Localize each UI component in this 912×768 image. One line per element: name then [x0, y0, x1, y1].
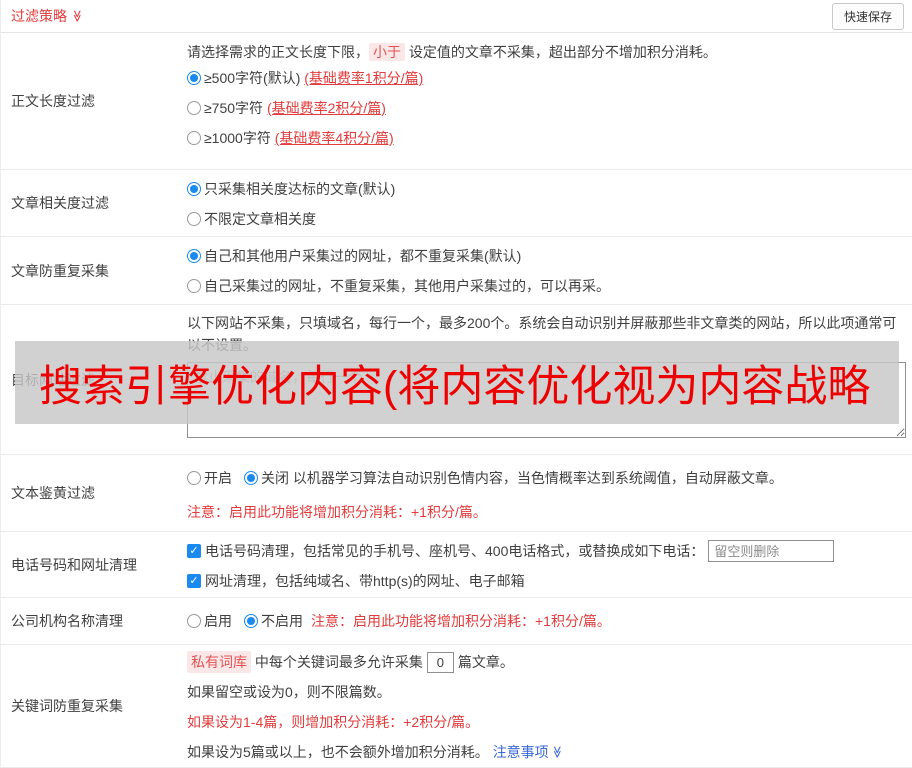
row-label: 关键词防重复采集 [11, 698, 123, 714]
filter-strategy-page: 过滤策略 ≫ 快速保存 正文长度过滤 请选择需求的正文长度下限， 小于 设定值的文… [0, 0, 912, 768]
checkbox-phone-clean[interactable]: ✓ [187, 544, 201, 558]
keyword-note-extra-cost: 如果设为1-4篇，则增加积分消耗：+2积分/篇。 [187, 714, 480, 730]
keyword-max-count-input[interactable] [426, 651, 454, 673]
radio-option-dedupe-self: 自己采集过的网址，不重复采集，其他用户采集过的，可以再采。 [187, 271, 904, 301]
phone-clean-option: ✓ 电话号码清理，包括常见的手机号、座机号、400电话格式，或替换成如下电话： [187, 536, 904, 566]
section-toggle-filter-strategy[interactable]: 过滤策略 ≫ [11, 6, 84, 26]
row-keyword-anti-duplicate: 关键词防重复采集 私有词库 中每个关键词最多允许采集 篇文章。 如果留空或设为0… [1, 645, 912, 768]
row-label: 公司机构名称清理 [11, 613, 123, 629]
url-clean-option: ✓ 网址清理，包括纯域名、带http(s)的网址、电子邮箱 [187, 566, 904, 596]
radio-option-no-limit-relevance: 不限定文章相关度 [187, 204, 904, 234]
row-label: 文章相关度过滤 [11, 195, 109, 211]
radio-500-chars[interactable] [187, 71, 201, 85]
keyword-limit-line: 私有词库 中每个关键词最多允许采集 篇文章。 [187, 647, 904, 677]
porn-filter-options: 开启 关闭 以机器学习算法自动识别色情内容，当色情概率达到系统阈值，自动屏蔽文章… [187, 463, 904, 493]
radio-dedupe-all-users[interactable] [187, 249, 201, 263]
radio-750-chars[interactable] [187, 101, 201, 115]
length-filter-description: 请选择需求的正文长度下限， 小于 设定值的文章不采集，超出部分不增加积分消耗。 [187, 43, 717, 61]
row-label: 电话号码和网址清理 [11, 556, 137, 573]
row-relevance-filter: 文章相关度过滤 只采集相关度达标的文章(默认) 不限定文章相关度 [1, 170, 912, 237]
radio-option-1000: ≥1000字符 (基础费率4积分/篇) [187, 123, 904, 153]
porn-filter-cost-note: 注意：启用此功能将增加积分消耗：+1积分/篇。 [187, 504, 487, 520]
section-title: 过滤策略 [11, 8, 67, 24]
radio-option-750: ≥750字符 (基础费率2积分/篇) [187, 93, 904, 123]
keyword-note-five-plus: 如果设为5篇或以上，也不会额外增加积分消耗。 注意事项 ≫ [187, 742, 564, 762]
row-label: 文本鉴黄过滤 [11, 485, 95, 501]
radio-option-relevant-only: 只采集相关度达标的文章(默认) [187, 174, 904, 204]
radio-porn-filter-on[interactable] [187, 471, 201, 485]
notice-items-link[interactable]: 注意事项 ≫ [493, 742, 564, 762]
topbar: 过滤策略 ≫ 快速保存 [1, 0, 912, 33]
row-label: 文章防重复采集 [11, 262, 109, 279]
fee-rate-link-1[interactable]: (基础费率1积分/篇) [304, 68, 423, 88]
replacement-phone-input[interactable] [708, 540, 835, 562]
fee-rate-link-3[interactable]: (基础费率4积分/篇) [275, 128, 394, 148]
radio-dedupe-self-only[interactable] [187, 279, 201, 293]
less-than-tag: 小于 [369, 43, 405, 61]
fee-rate-link-2[interactable]: (基础费率2积分/篇) [267, 98, 386, 118]
radio-company-clean-enable[interactable] [187, 614, 201, 628]
row-company-name-cleaning: 公司机构名称清理 启用 不启用 注意：启用此功能将增加积分消耗：+1积分/篇。 [1, 598, 912, 645]
overlay-banner-text: 搜索引擎优化内容(将内容优化视为内容战略 [39, 362, 871, 411]
private-thesaurus-tag[interactable]: 私有词库 [187, 651, 251, 673]
overlay-banner: 搜索引擎优化内容(将内容优化视为内容战略 [15, 341, 899, 424]
checkbox-url-clean[interactable]: ✓ [187, 574, 201, 588]
radio-option-dedupe-all: 自己和其他用户采集过的网址，都不重复采集(默认) [187, 241, 904, 271]
quick-save-button[interactable]: 快速保存 [831, 2, 904, 30]
row-phone-url-cleaning: 电话号码和网址清理 ✓ 电话号码清理，包括常见的手机号、座机号、400电话格式，… [1, 532, 912, 598]
row-porn-filter: 文本鉴黄过滤 开启 关闭 以机器学习算法自动识别色情内容，当色情概率达到系统阈值… [1, 455, 912, 532]
radio-1000-chars[interactable] [187, 131, 201, 145]
row-label: 正文长度过滤 [11, 93, 95, 109]
keyword-note-unlimited: 如果留空或设为0，则不限篇数。 [187, 684, 391, 700]
radio-option-500: ≥500字符(默认) (基础费率1积分/篇) [187, 63, 904, 93]
row-article-length-filter: 正文长度过滤 请选择需求的正文长度下限， 小于 设定值的文章不采集，超出部分不增加… [1, 33, 912, 170]
company-clean-options: 启用 不启用 注意：启用此功能将增加积分消耗：+1积分/篇。 [187, 606, 904, 636]
chevron-down-icon: ≫ [549, 745, 564, 759]
radio-relevant-only[interactable] [187, 182, 201, 196]
porn-filter-description: 以机器学习算法自动识别色情内容，当色情概率达到系统阈值，自动屏蔽文章。 [289, 470, 783, 486]
row-anti-duplicate: 文章防重复采集 自己和其他用户采集过的网址，都不重复采集(默认) 自己采集过的网… [1, 237, 912, 305]
company-clean-cost-note: 注意：启用此功能将增加积分消耗：+1积分/篇。 [311, 613, 611, 629]
chevron-down-icon: ≫ [70, 9, 85, 23]
radio-no-limit-relevance[interactable] [187, 212, 201, 226]
radio-company-clean-disable[interactable] [244, 614, 258, 628]
radio-porn-filter-off[interactable] [244, 471, 258, 485]
